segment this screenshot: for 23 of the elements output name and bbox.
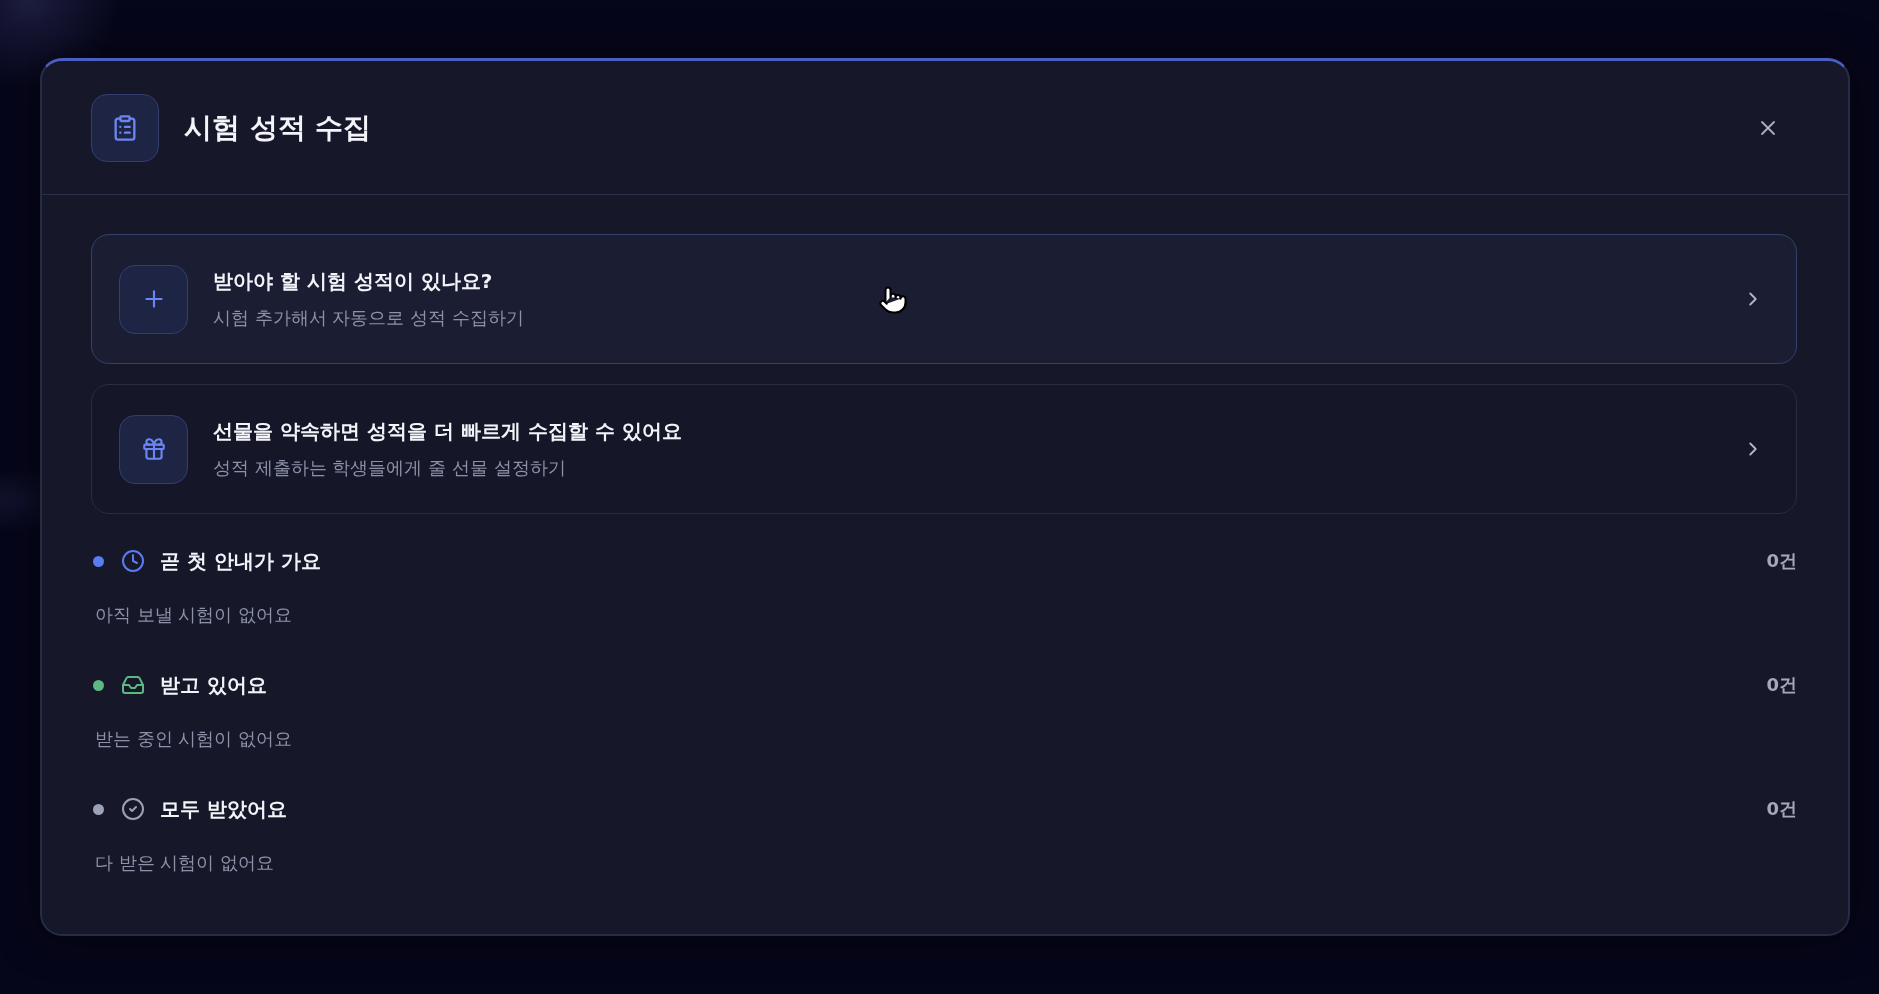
card-subtitle: 성적 제출하는 학생들에게 줄 선물 설정하기: [213, 456, 567, 480]
clipboard-icon: [91, 93, 159, 162]
card-subtitle: 시험 추가해서 자동으로 성적 수집하기: [213, 306, 525, 330]
action-card[interactable]: 선물을 약속하면 성적을 더 빠르게 수집할 수 있어요 성적 제출하는 학생들에게 줄 선물 설정하기: [91, 384, 1797, 514]
item-count: 0건: [1766, 549, 1797, 573]
section-title: 모두 받았어요: [160, 796, 288, 823]
empty-message: 받는 중인 시험이 없어요: [94, 727, 294, 751]
card-title: 받아야 할 시험 성적이 있나요?: [213, 268, 494, 295]
clock-icon: [121, 549, 145, 573]
inbox-icon: [121, 673, 145, 697]
card-title: 선물을 약속하면 성적을 더 빠르게 수집할 수 있어요: [213, 418, 683, 445]
hand-cursor-icon: [878, 285, 908, 315]
item-count: 0건: [1766, 797, 1797, 821]
action-card[interactable]: 받아야 할 시험 성적이 있나요? 시험 추가해서 자동으로 성적 수집하기: [91, 234, 1797, 364]
empty-message: 다 받은 시험이 없어요: [94, 851, 276, 875]
empty-message: 아직 보낼 시험이 없어요: [94, 603, 294, 627]
section-title: 받고 있어요: [160, 672, 268, 699]
item-count: 0건: [1766, 673, 1797, 697]
check-circle-icon: [121, 797, 145, 821]
gift-icon: [119, 414, 188, 484]
plus-icon: [119, 264, 188, 334]
dialog-title: 시험 성적 수집: [184, 109, 373, 146]
section-title: 곧 첫 안내가 가요: [160, 548, 322, 575]
